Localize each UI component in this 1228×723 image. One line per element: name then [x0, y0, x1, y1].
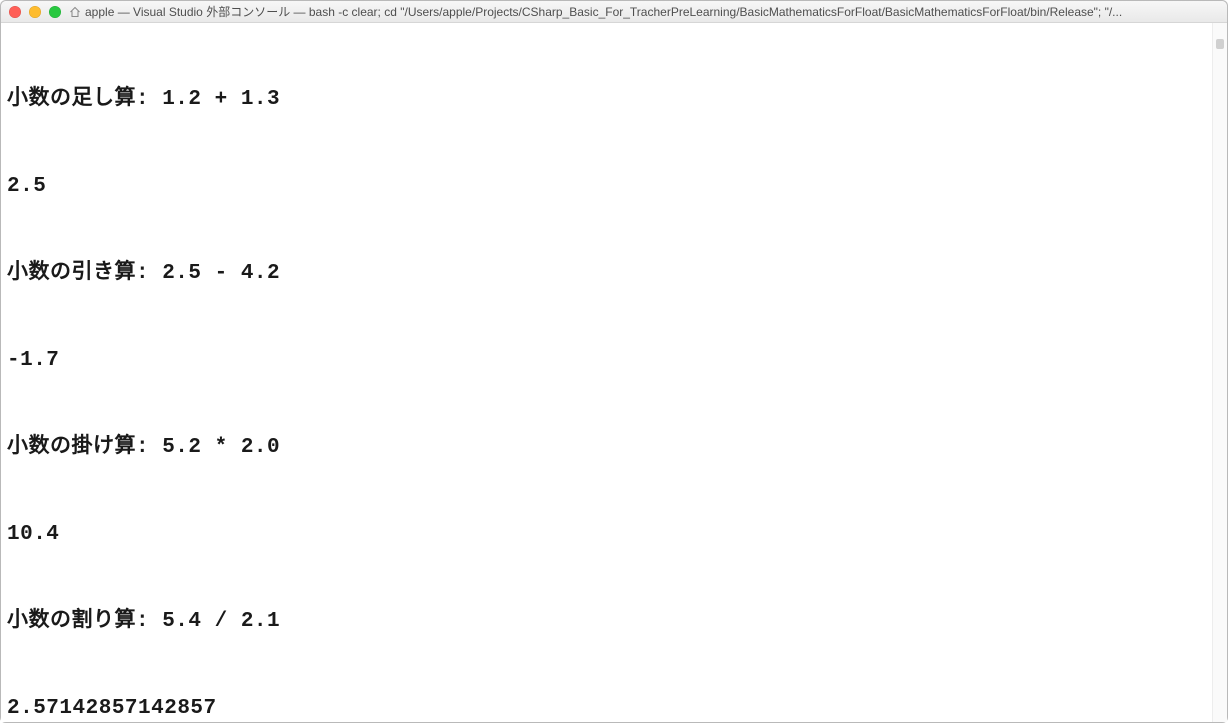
- zoom-icon[interactable]: [49, 6, 61, 18]
- scroll-thumb[interactable]: [1216, 39, 1224, 49]
- output-line: 小数の引き算: 2.5 - 4.2: [7, 259, 1206, 288]
- output-line: -1.7: [7, 346, 1206, 375]
- window-controls: [9, 6, 61, 18]
- vertical-scrollbar[interactable]: [1212, 23, 1227, 722]
- terminal-window: apple — Visual Studio 外部コンソール — bash -c …: [0, 0, 1228, 723]
- minimize-icon[interactable]: [29, 6, 41, 18]
- output-line: 小数の掛け算: 5.2 * 2.0: [7, 433, 1206, 462]
- output-line: 小数の足し算: 1.2 + 1.3: [7, 85, 1206, 114]
- output-line: 2.5: [7, 172, 1206, 201]
- output-line: 10.4: [7, 520, 1206, 549]
- window-title: apple — Visual Studio 外部コンソール — bash -c …: [85, 3, 1219, 20]
- terminal-output[interactable]: 小数の足し算: 1.2 + 1.3 2.5 小数の引き算: 2.5 - 4.2 …: [1, 23, 1212, 722]
- content-area: 小数の足し算: 1.2 + 1.3 2.5 小数の引き算: 2.5 - 4.2 …: [1, 23, 1227, 722]
- window-titlebar[interactable]: apple — Visual Studio 外部コンソール — bash -c …: [1, 1, 1227, 23]
- home-icon: [69, 6, 81, 18]
- output-line: 2.57142857142857: [7, 694, 1206, 722]
- close-icon[interactable]: [9, 6, 21, 18]
- output-line: 小数の割り算: 5.4 / 2.1: [7, 607, 1206, 636]
